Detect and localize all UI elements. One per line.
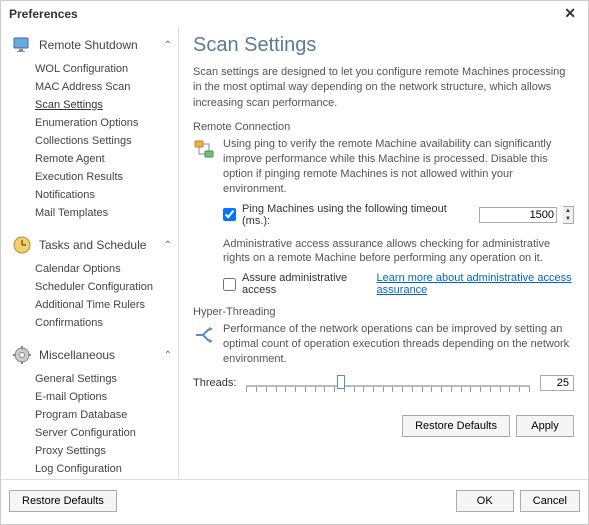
restore-defaults-global-button[interactable]: Restore Defaults bbox=[9, 490, 117, 512]
chevron-up-icon: ⌃ bbox=[164, 240, 172, 251]
window-title: Preferences bbox=[9, 7, 78, 21]
slider-thumb[interactable] bbox=[337, 375, 345, 389]
nav-items-miscellaneous: General Settings E-mail Options Program … bbox=[5, 370, 178, 479]
sidebar-item-notifications[interactable]: Notifications bbox=[31, 186, 178, 204]
dialog-footer: Restore Defaults OK Cancel bbox=[1, 479, 588, 521]
remote-connection-desc: Using ping to verify the remote Machine … bbox=[223, 137, 574, 196]
main-footer: Restore Defaults Apply bbox=[402, 415, 574, 437]
sidebar: Remote Shutdown ⌃ WOL Configuration MAC … bbox=[1, 26, 179, 479]
sidebar-item-execution-results[interactable]: Execution Results bbox=[31, 168, 178, 186]
clock-icon bbox=[11, 234, 33, 256]
sidebar-item-additional-time-rulers[interactable]: Additional Time Rulers bbox=[31, 296, 178, 314]
page-title: Scan Settings bbox=[193, 34, 574, 57]
nav-header-label: Miscellaneous bbox=[39, 348, 115, 362]
sidebar-item-enumeration-options[interactable]: Enumeration Options bbox=[31, 114, 178, 132]
chevron-up-icon: ⌃ bbox=[164, 40, 172, 51]
spinner-down-icon[interactable]: ▼ bbox=[563, 215, 573, 223]
sidebar-item-system-tray[interactable]: System Tray bbox=[31, 478, 178, 479]
nav-header-label: Tasks and Schedule bbox=[39, 238, 146, 252]
timeout-input[interactable] bbox=[479, 207, 557, 223]
sidebar-item-confirmations[interactable]: Confirmations bbox=[31, 314, 178, 332]
ping-checkbox[interactable] bbox=[223, 208, 236, 221]
sidebar-item-log-configuration[interactable]: Log Configuration bbox=[31, 460, 178, 478]
ping-row: Ping Machines using the following timeou… bbox=[223, 203, 574, 227]
nav-header-remote-shutdown[interactable]: Remote Shutdown ⌃ bbox=[5, 30, 178, 60]
gear-icon bbox=[11, 344, 33, 366]
threads-label: Threads: bbox=[193, 377, 236, 389]
assure-checkbox[interactable] bbox=[223, 278, 236, 291]
hyper-threading-body: Performance of the network operations ca… bbox=[193, 322, 574, 367]
chevron-up-icon: ⌃ bbox=[164, 350, 172, 361]
sidebar-item-general-settings[interactable]: General Settings bbox=[31, 370, 178, 388]
learn-more-link[interactable]: Learn more about administrative access a… bbox=[377, 272, 574, 296]
sidebar-item-proxy-settings[interactable]: Proxy Settings bbox=[31, 442, 178, 460]
sidebar-item-remote-agent[interactable]: Remote Agent bbox=[31, 150, 178, 168]
nav-header-label: Remote Shutdown bbox=[39, 38, 138, 52]
assure-row: Assure administrative access Learn more … bbox=[223, 272, 574, 296]
title-bar: Preferences ✕ bbox=[1, 1, 588, 26]
sidebar-item-server-configuration[interactable]: Server Configuration bbox=[31, 424, 178, 442]
network-icon bbox=[193, 137, 215, 196]
apply-button[interactable]: Apply bbox=[516, 415, 574, 437]
spinner-up-icon[interactable]: ▲ bbox=[563, 207, 573, 215]
assure-label: Assure administrative access bbox=[242, 272, 355, 296]
sidebar-item-scheduler-configuration[interactable]: Scheduler Configuration bbox=[31, 278, 178, 296]
content-area: Remote Shutdown ⌃ WOL Configuration MAC … bbox=[1, 26, 588, 479]
sidebar-item-scan-settings[interactable]: Scan Settings bbox=[31, 96, 178, 114]
nav-header-tasks-schedule[interactable]: Tasks and Schedule ⌃ bbox=[5, 230, 178, 260]
threads-row: Threads: bbox=[193, 375, 574, 391]
nav-group-miscellaneous: Miscellaneous ⌃ General Settings E-mail … bbox=[5, 340, 178, 479]
main-panel: Scan Settings Scan settings are designed… bbox=[179, 26, 588, 479]
nav-group-tasks-schedule: Tasks and Schedule ⌃ Calendar Options Sc… bbox=[5, 230, 178, 332]
sidebar-item-mac-address-scan[interactable]: MAC Address Scan bbox=[31, 78, 178, 96]
sidebar-item-email-options[interactable]: E-mail Options bbox=[31, 388, 178, 406]
branch-icon bbox=[193, 322, 215, 367]
sidebar-item-calendar-options[interactable]: Calendar Options bbox=[31, 260, 178, 278]
intro-text: Scan settings are designed to let you co… bbox=[193, 65, 574, 111]
nav-group-remote-shutdown: Remote Shutdown ⌃ WOL Configuration MAC … bbox=[5, 30, 178, 222]
admin-desc: Administrative access assurance allows c… bbox=[223, 237, 574, 267]
timeout-spinner[interactable]: ▲ ▼ bbox=[563, 206, 574, 224]
ping-label: Ping Machines using the following timeou… bbox=[242, 203, 467, 227]
sidebar-item-mail-templates[interactable]: Mail Templates bbox=[31, 204, 178, 222]
nav-items-tasks-schedule: Calendar Options Scheduler Configuration… bbox=[5, 260, 178, 332]
nav-header-miscellaneous[interactable]: Miscellaneous ⌃ bbox=[5, 340, 178, 370]
sidebar-item-collections-settings[interactable]: Collections Settings bbox=[31, 132, 178, 150]
close-icon[interactable]: ✕ bbox=[560, 5, 580, 22]
cancel-button[interactable]: Cancel bbox=[520, 490, 580, 512]
threads-value-input[interactable] bbox=[540, 375, 574, 391]
nav-items-remote-shutdown: WOL Configuration MAC Address Scan Scan … bbox=[5, 60, 178, 222]
sidebar-item-wol-configuration[interactable]: WOL Configuration bbox=[31, 60, 178, 78]
monitor-icon bbox=[11, 34, 33, 56]
sidebar-item-program-database[interactable]: Program Database bbox=[31, 406, 178, 424]
ok-button[interactable]: OK bbox=[456, 490, 514, 512]
remote-connection-heading: Remote Connection bbox=[193, 121, 574, 133]
remote-connection-body: Using ping to verify the remote Machine … bbox=[193, 137, 574, 196]
hyper-threading-desc: Performance of the network operations ca… bbox=[223, 322, 574, 367]
threads-slider[interactable] bbox=[246, 379, 530, 387]
hyper-threading-heading: Hyper-Threading bbox=[193, 306, 574, 318]
restore-defaults-button[interactable]: Restore Defaults bbox=[402, 415, 510, 437]
